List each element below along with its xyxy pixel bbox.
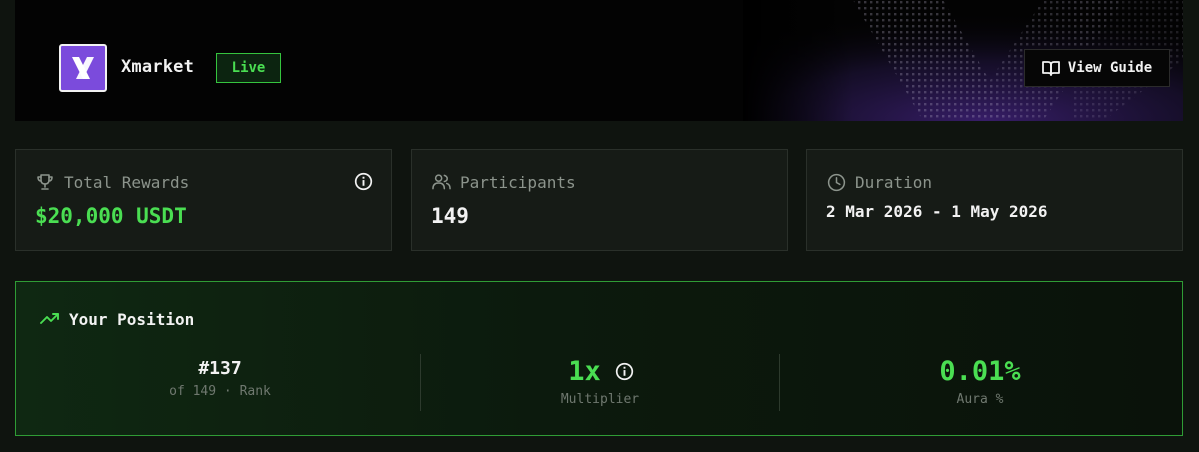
aura-value: 0.01% (939, 356, 1021, 387)
duration-label: Duration (855, 173, 933, 192)
metric-divider (420, 354, 421, 411)
clock-icon (827, 173, 846, 192)
rank-caption: of 149 · Rank (169, 384, 271, 399)
duration-card: Duration 2 Mar 2026 - 1 May 2026 (806, 149, 1183, 251)
trophy-icon (37, 174, 53, 190)
participants-value: 149 (431, 204, 469, 228)
info-icon[interactable] (354, 172, 373, 191)
multiplier-value: 1x (568, 356, 601, 387)
aura-caption: Aura % (956, 392, 1004, 407)
participants-card: Participants 149 (411, 149, 788, 251)
duration-value: 2 Mar 2026 - 1 May 2026 (826, 202, 1048, 221)
xmarket-logo (59, 44, 107, 92)
multiplier-row: 1x (516, 356, 686, 387)
trending-up-icon (40, 313, 59, 324)
your-position-panel: Your Position #137 of 149 · Rank 1x Mult… (15, 281, 1183, 436)
your-position-title: Your Position (69, 310, 195, 329)
participants-label: Participants (460, 173, 576, 192)
campaign-banner: Xmarket Live View Guide (15, 0, 1183, 121)
total-rewards-label: Total Rewards (64, 173, 190, 192)
total-rewards-value: $20,000 USDT (35, 204, 187, 228)
brand-name: Xmarket (121, 57, 195, 77)
rank-value: #137 (198, 358, 242, 379)
multiplier-caption: Multiplier (560, 392, 640, 407)
book-open-icon (1041, 61, 1060, 76)
status-badge: Live (216, 53, 281, 83)
page: Xmarket Live View Guide Total Rewards $2… (0, 0, 1199, 452)
total-rewards-card: Total Rewards $20,000 USDT (15, 149, 392, 251)
metric-divider (779, 354, 780, 411)
view-guide-label: View Guide (1067, 60, 1153, 76)
info-icon[interactable] (615, 362, 634, 381)
view-guide-button[interactable]: View Guide (1024, 49, 1170, 87)
users-icon (432, 174, 451, 190)
